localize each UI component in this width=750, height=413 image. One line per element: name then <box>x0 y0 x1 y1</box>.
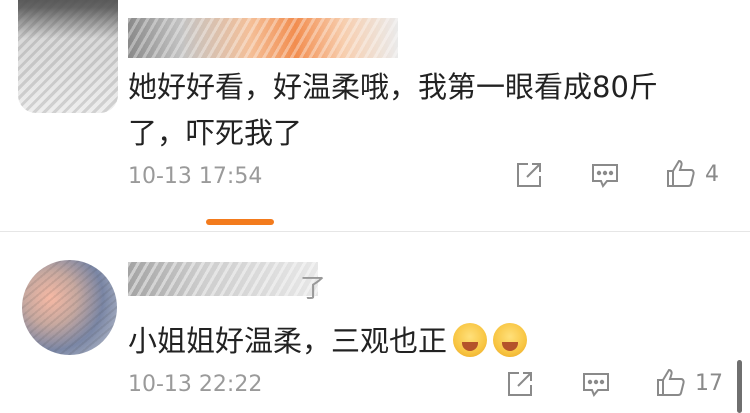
active-indicator <box>206 219 274 225</box>
reply-button[interactable] <box>590 160 620 190</box>
comment-text-line: 小姐姐好温柔，三观也正 <box>128 324 448 358</box>
share-button[interactable] <box>514 160 544 190</box>
username-redacted[interactable] <box>128 18 398 58</box>
username-tail: 了 <box>300 274 327 304</box>
like-count: 17 <box>695 370 723 396</box>
share-icon <box>508 372 532 396</box>
like-count: 4 <box>705 161 719 187</box>
smiling-face-emoji <box>453 323 488 357</box>
username-redacted[interactable] <box>128 262 318 296</box>
share-button[interactable] <box>505 369 535 399</box>
avatar[interactable] <box>18 0 118 113</box>
thumbs-up-icon <box>657 368 685 396</box>
reply-button[interactable] <box>581 369 611 399</box>
comment-icon <box>592 164 618 188</box>
scrollbar[interactable] <box>737 360 742 413</box>
comment-icon <box>583 373 609 397</box>
comment-text: 小姐姐好温柔，三观也正 <box>128 318 708 364</box>
comment-text-line: 了，吓死我了 <box>128 116 303 150</box>
comment-item[interactable]: 了 小姐姐好温柔，三观也正 10-13 22:22 17 <box>0 232 750 413</box>
comment-text-line: 她好好看，好温柔哦，我第一眼看成80斤 <box>128 70 658 104</box>
like-button[interactable]: 4 <box>665 158 719 190</box>
avatar[interactable] <box>22 260 117 355</box>
comment-item[interactable]: 她好好看，好温柔哦，我第一眼看成80斤 了，吓死我了 10-13 17:54 4 <box>0 0 750 232</box>
comment-text: 她好好看，好温柔哦，我第一眼看成80斤 了，吓死我了 <box>128 64 708 156</box>
smiling-face-emoji <box>493 323 528 357</box>
timestamp: 10-13 22:22 <box>128 372 263 397</box>
like-button[interactable]: 17 <box>655 367 723 399</box>
timestamp: 10-13 17:54 <box>128 164 263 189</box>
share-icon <box>517 163 541 187</box>
thumbs-up-icon <box>667 159 695 187</box>
